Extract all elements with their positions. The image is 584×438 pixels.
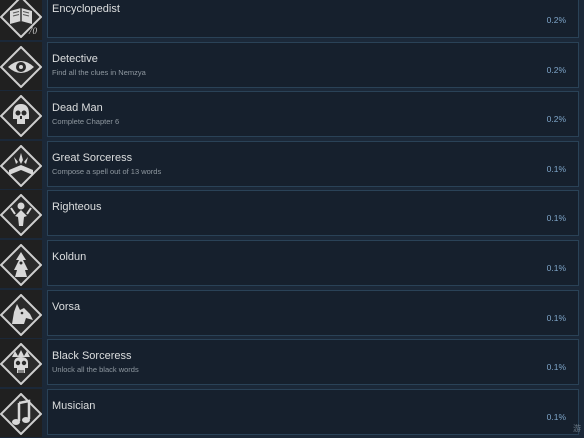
figure-icon xyxy=(0,194,42,236)
achievement-icon-frame: 70 xyxy=(0,0,42,40)
achievement-title: Dead Man xyxy=(52,102,103,114)
achievement-card[interactable]: Black Sorceress Unlock all the black wor… xyxy=(47,339,579,385)
achievement-percent: 0.1% xyxy=(547,213,566,223)
achievement-title: Detective xyxy=(52,53,98,65)
achievement-percent: 0.2% xyxy=(547,15,566,25)
achievement-icon-frame xyxy=(0,141,42,189)
achievement-percent: 0.2% xyxy=(547,114,566,124)
achievement-card[interactable]: Great Sorceress Compose a spell out of 1… xyxy=(47,141,579,187)
achievement-card[interactable]: Koldun 0.1% xyxy=(47,240,579,286)
achievement-card[interactable]: Musician 0.1% xyxy=(47,389,579,435)
achievement-card[interactable]: Detective Find all the clues in Nemzya 0… xyxy=(47,42,579,88)
achievement-icon-frame xyxy=(0,339,42,387)
achievement-icon-frame xyxy=(0,190,42,238)
achievement-card[interactable]: Righteous 0.1% xyxy=(47,190,579,236)
achievement-percent: 0.1% xyxy=(547,164,566,174)
achievement-description: Complete Chapter 6 xyxy=(52,117,119,126)
achievement-icon-frame xyxy=(0,91,42,139)
book-badge: 70 xyxy=(28,26,38,36)
achievement-card[interactable]: Dead Man Complete Chapter 6 0.2% xyxy=(47,91,579,137)
achievement-title: Great Sorceress xyxy=(52,152,132,164)
eye-icon xyxy=(0,46,42,88)
achievement-row: Dead Man Complete Chapter 6 0.2% xyxy=(0,91,584,141)
dark-skull-icon xyxy=(0,343,42,385)
achievement-icon-frame xyxy=(0,389,42,437)
achievement-title: Righteous xyxy=(52,201,102,213)
achievement-row: Black Sorceress Unlock all the black wor… xyxy=(0,339,584,389)
achievement-row: Detective Find all the clues in Nemzya 0… xyxy=(0,42,584,92)
achievement-percent: 0.1% xyxy=(547,313,566,323)
spellbook-icon xyxy=(0,145,42,187)
achievement-title: Black Sorceress xyxy=(52,350,131,362)
achievement-percent: 0.1% xyxy=(547,362,566,372)
achievement-row: Vorsa 0.1% xyxy=(0,290,584,340)
achievement-percent: 0.1% xyxy=(547,412,566,422)
achievement-description: Unlock all the black words xyxy=(52,365,139,374)
achievement-description: Find all the clues in Nemzya xyxy=(52,68,146,77)
music-note-icon xyxy=(0,393,42,435)
achievement-list: 70 Encyclopedist 0.2% Detective Find all… xyxy=(0,0,584,438)
book-icon: 70 xyxy=(0,0,42,38)
achievement-row: 70 Encyclopedist 0.2% xyxy=(0,0,584,42)
achievement-title: Musician xyxy=(52,400,95,412)
achievement-percent: 0.1% xyxy=(547,263,566,273)
skull-icon xyxy=(0,95,42,137)
achievement-row: Musician 0.1% xyxy=(0,389,584,438)
achievement-title: Encyclopedist xyxy=(52,3,120,15)
achievement-row: Righteous 0.1% xyxy=(0,190,584,240)
achievement-description: Compose a spell out of 13 words xyxy=(52,167,161,176)
watermark: 游 xyxy=(573,423,581,434)
achievement-icon-frame xyxy=(0,290,42,338)
achievement-row: Koldun 0.1% xyxy=(0,240,584,290)
sorcerer-icon xyxy=(0,244,42,286)
achievement-card[interactable]: Vorsa 0.1% xyxy=(47,290,579,336)
achievement-icon-frame xyxy=(0,240,42,288)
achievement-card[interactable]: Encyclopedist 0.2% xyxy=(47,0,579,38)
achievement-title: Koldun xyxy=(52,251,86,263)
achievement-title: Vorsa xyxy=(52,301,80,313)
achievement-icon-frame xyxy=(0,42,42,90)
achievement-percent: 0.2% xyxy=(547,65,566,75)
wolf-icon xyxy=(0,294,42,336)
achievement-row: Great Sorceress Compose a spell out of 1… xyxy=(0,141,584,191)
